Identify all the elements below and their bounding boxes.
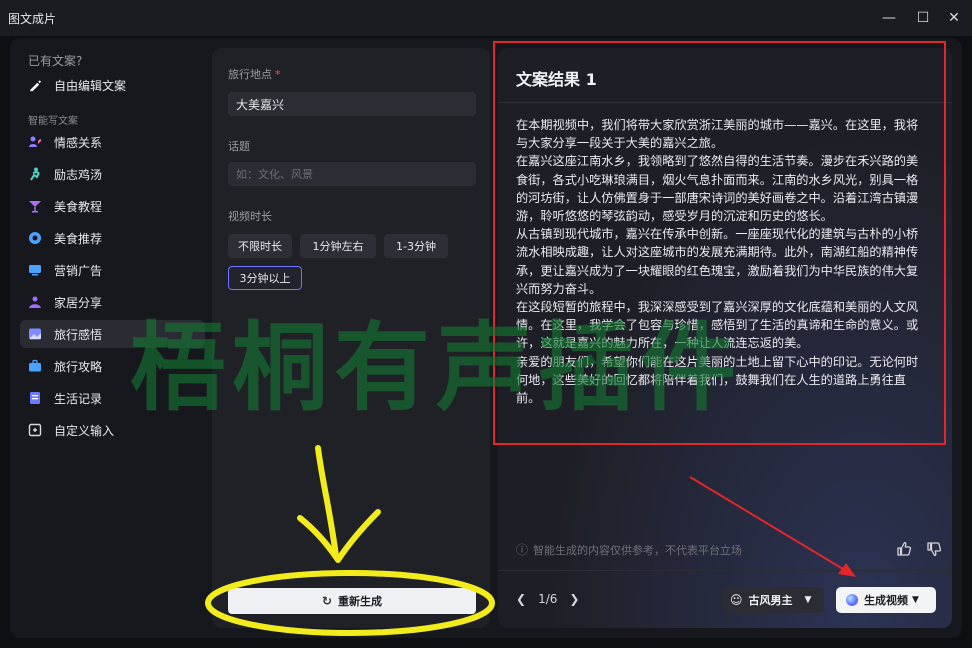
yellow-arrowhead [297,509,381,563]
red-arrowhead [838,563,856,577]
annotation-layer [205,445,856,636]
red-arrow [689,476,849,573]
yellow-circle [205,570,495,636]
